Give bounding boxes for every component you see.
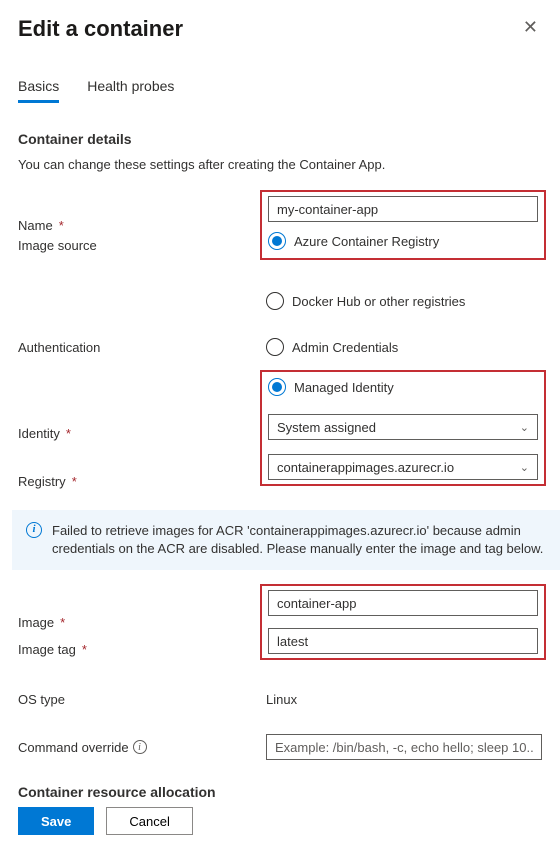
close-icon[interactable]: ✕ <box>519 16 542 38</box>
os-type-value: Linux <box>266 692 297 707</box>
tab-basics[interactable]: Basics <box>18 78 59 103</box>
chevron-down-icon: ⌄ <box>520 461 529 474</box>
info-icon: i <box>26 522 42 538</box>
tab-health-probes[interactable]: Health probes <box>87 78 174 103</box>
chevron-down-icon: ⌄ <box>520 421 529 434</box>
container-details-desc: You can change these settings after crea… <box>18 157 542 172</box>
command-override-input[interactable] <box>266 734 542 760</box>
panel-title: Edit a container <box>18 16 183 42</box>
container-details-heading: Container details <box>18 131 542 147</box>
authentication-label: Authentication <box>18 340 266 355</box>
save-button[interactable]: Save <box>18 807 94 835</box>
tabs: Basics Health probes <box>18 78 542 103</box>
registry-dropdown[interactable]: containerappimages.azurecr.io ⌄ <box>268 454 538 480</box>
cancel-button[interactable]: Cancel <box>106 807 192 835</box>
os-type-label: OS type <box>18 692 266 707</box>
image-source-acr-radio[interactable]: Azure Container Registry <box>268 232 538 250</box>
info-icon[interactable]: i <box>133 740 147 754</box>
image-input[interactable] <box>268 590 538 616</box>
auth-admin-radio[interactable]: Admin Credentials <box>266 338 542 356</box>
identity-dropdown[interactable]: System assigned ⌄ <box>268 414 538 440</box>
name-label: Name* <box>18 218 266 233</box>
image-tag-input[interactable] <box>268 628 538 654</box>
command-override-label: Command override i <box>18 740 266 755</box>
image-source-label: Image source <box>18 238 266 253</box>
image-source-docker-radio[interactable]: Docker Hub or other registries <box>266 292 542 310</box>
info-message: i Failed to retrieve images for ACR 'con… <box>12 510 560 570</box>
image-label: Image* <box>18 615 266 630</box>
auth-managed-identity-radio[interactable]: Managed Identity <box>268 378 538 396</box>
name-input[interactable] <box>268 196 538 222</box>
